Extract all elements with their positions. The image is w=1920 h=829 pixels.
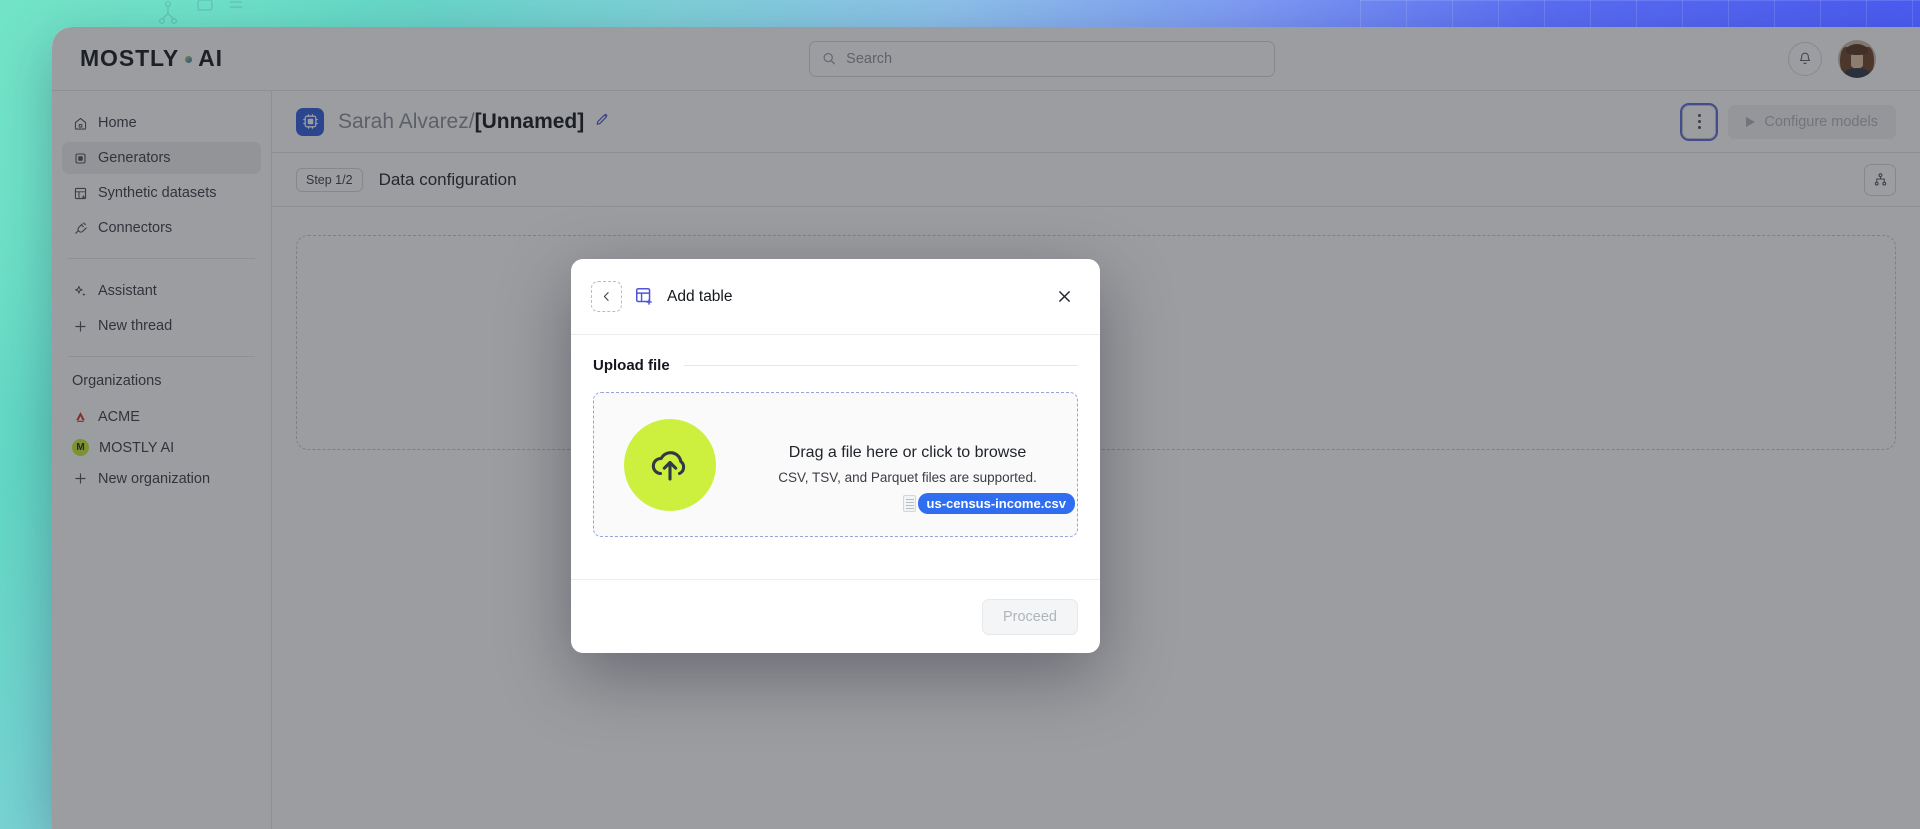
close-button[interactable] bbox=[1050, 283, 1078, 311]
cloud-upload-icon bbox=[624, 418, 716, 511]
upload-file-section-header: Upload file bbox=[593, 357, 1078, 374]
table-plus-icon bbox=[634, 286, 655, 307]
dragged-file-name: us-census-income.csv bbox=[917, 493, 1075, 514]
dropzone-secondary-text: CSV, TSV, and Parquet files are supporte… bbox=[778, 470, 1037, 485]
dropzone-text: Drag a file here or click to browse CSV,… bbox=[746, 444, 1069, 485]
section-divider bbox=[683, 365, 1078, 366]
modal-header: Add table bbox=[571, 259, 1100, 335]
close-icon bbox=[1058, 291, 1070, 302]
file-document-icon bbox=[902, 495, 916, 512]
chevron-left-icon bbox=[603, 292, 609, 301]
modal-title: Add table bbox=[667, 287, 733, 305]
proceed-button[interactable]: Proceed bbox=[981, 598, 1078, 635]
add-table-modal: Add table Upload file Drag a file here o… bbox=[571, 259, 1100, 653]
modal-body: Upload file Drag a file here or click to… bbox=[571, 335, 1100, 579]
modal-footer: Proceed bbox=[571, 579, 1100, 653]
file-dropzone[interactable]: Drag a file here or click to browse CSV,… bbox=[593, 392, 1078, 537]
desktop-background: MOSTLY AI Search Home Generators Synthet… bbox=[0, 0, 1920, 829]
dropzone-primary-text: Drag a file here or click to browse bbox=[788, 444, 1027, 461]
dragged-file-chip[interactable]: us-census-income.csv bbox=[902, 493, 1075, 514]
back-button[interactable] bbox=[591, 281, 622, 312]
upload-file-title: Upload file bbox=[593, 357, 670, 374]
app-window: MOSTLY AI Search Home Generators Synthet… bbox=[52, 27, 1920, 829]
